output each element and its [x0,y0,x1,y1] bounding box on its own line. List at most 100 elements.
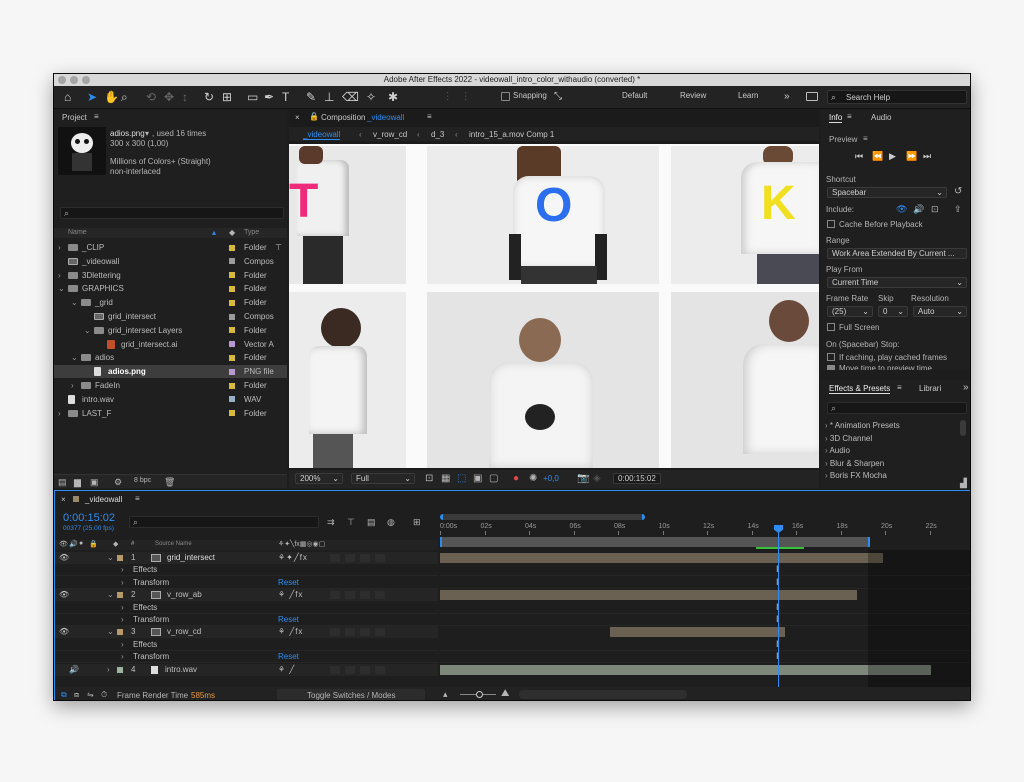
roto-tool-icon[interactable]: ✧ [366,90,376,104]
label-swatch[interactable] [229,285,235,292]
play-icon[interactable]: ▶ [889,151,896,162]
effects-category[interactable]: › Blur & Sharpen [825,458,955,470]
project-item[interactable]: › FadeIn Folder [54,379,287,392]
transfer-controls-icon[interactable]: ⧈ [74,690,79,700]
panel-menu-icon[interactable]: ≡ [135,494,140,503]
switch-box[interactable] [330,628,340,637]
switch-box[interactable] [375,628,385,637]
project-item[interactable]: intro.wav WAV [54,393,287,406]
disclosure-icon[interactable]: ⌄ [84,324,91,337]
switch-box[interactable] [330,665,340,674]
reset-link[interactable]: Reset [278,614,299,626]
layer-row[interactable]: 👁 ⌄ 1 grid_intersect ⚘✦╱fx [55,552,438,564]
exposure-icon[interactable]: ✺ [529,473,537,484]
label-swatch[interactable] [117,592,123,599]
switch-box[interactable] [360,554,370,562]
effects-tab[interactable]: Effects & Presets [829,384,891,394]
close-tab-icon[interactable]: × [61,495,66,504]
cache-checkbox[interactable] [827,220,835,228]
layer-row[interactable]: 👁 ⌄ 2 v_row_ab ⚘ ╱fx [55,589,438,602]
effects-scrollbar[interactable] [960,420,966,436]
disclosure-icon[interactable]: ⌄ [71,296,78,309]
settings-icon[interactable]: ⚙ [114,477,122,488]
interpret-footage-icon[interactable]: ▤ [58,477,67,488]
zoom-out-icon[interactable]: ▴ [443,689,448,700]
panel-menu-icon[interactable]: ≡ [94,112,99,121]
frame-blending-icon[interactable]: ◍ [387,517,395,528]
layer-switches[interactable]: ⚘ ╱fx [278,626,303,638]
audio-icon[interactable]: 🔊 [69,664,79,676]
project-item[interactable]: ⌄ grid_intersect Layers Folder [54,324,287,337]
time-ruler[interactable]: 0:00s 02s 04s 06s 08s 10s 12s 14s 16s 18s 20s 22s [440,521,970,535]
anchor-tool-icon[interactable]: ⊞ [222,90,232,104]
effects-category[interactable]: › 3D Channel [825,433,955,445]
project-item[interactable]: › LAST_F Folder [54,407,287,420]
disclosure-icon[interactable]: › [121,564,124,576]
puppet-tool-icon[interactable]: ✱ [388,90,398,104]
project-item[interactable]: ⌄ adios Folder [54,351,287,364]
disclosure-icon[interactable]: › [58,241,61,254]
switch-box[interactable] [345,628,355,637]
exposure-value[interactable]: +0,0 [543,474,559,483]
switch-box[interactable] [375,554,385,562]
project-item[interactable]: › _CLIP Folder ⊤ [54,241,287,254]
disclosure-icon[interactable]: › [121,651,124,663]
asset-dropdown-icon[interactable]: ▾ [145,129,149,138]
layer-duration-bar[interactable] [440,664,931,675]
reset-link[interactable]: Reset [278,577,299,589]
workspace-default[interactable]: Default [622,91,647,100]
more-workspaces-icon[interactable]: » [784,90,790,104]
disclosure-icon[interactable]: › [121,577,124,589]
panel-menu-icon[interactable]: ≡ [427,112,432,121]
include-overlays-icon[interactable]: ⊡ [931,204,939,215]
effects-property-row[interactable]: › Effects [55,602,438,614]
comp-tab-name[interactable]: _videowall [367,113,404,122]
frame-rate-dropdown[interactable]: (25) ⌄ [827,306,873,317]
new-comp-icon[interactable]: ▣ [90,477,99,488]
transform-property-row[interactable]: › Transform Reset [55,577,438,589]
effects-category[interactable]: › Audio [825,445,955,457]
snapshot-icon[interactable]: 📷 [577,473,589,484]
visibility-icon[interactable]: 👁 [59,626,69,638]
disclosure-icon[interactable]: ⌄ [71,351,78,364]
switch-box[interactable] [330,591,340,600]
project-item[interactable]: _videowall Compos [54,255,287,268]
label-swatch[interactable] [117,555,123,561]
if-caching-checkbox[interactable] [827,353,835,361]
switch-box[interactable] [375,591,385,600]
label-swatch[interactable] [117,629,123,636]
minimize-window-button[interactable] [70,76,78,84]
in-out-icon[interactable]: ⇋ [87,690,94,699]
label-swatch[interactable] [229,244,235,251]
flowchart-icon[interactable]: ⊤ [275,241,282,254]
timeline-timecode[interactable]: 0:00:15:02 [63,512,115,524]
work-area-bar[interactable] [440,537,870,547]
effects-category[interactable]: › * Animation Presets [825,420,955,432]
timeline-scrollbar[interactable] [519,690,687,699]
layer-switches[interactable]: ⚘✦╱fx [278,552,308,564]
panel-menu-icon[interactable]: ≡ [897,383,902,392]
switch-box[interactable] [345,554,355,562]
play-from-dropdown[interactable]: Current Time ⌄ [827,277,967,288]
3d-view-icon[interactable]: ▢ [489,473,498,484]
breadcrumb-item[interactable]: intro_15_a.mov Comp 1 [469,130,554,139]
region-of-interest-icon[interactable]: ⊡ [425,473,433,484]
transform-property-row[interactable]: › Transform Reset [55,614,438,626]
label-swatch[interactable] [229,272,235,279]
info-tab[interactable]: Info [829,113,843,123]
layer-duration-bar[interactable] [440,553,883,563]
disclosure-icon[interactable]: › [121,639,124,651]
switch-box[interactable] [360,628,370,637]
prev-frame-icon[interactable]: ⏪ [872,151,883,162]
work-area-navigator[interactable] [440,514,645,520]
label-swatch[interactable] [117,666,123,673]
label-swatch[interactable] [229,396,235,403]
pan-tool-icon[interactable]: ✥ [164,90,174,104]
project-item[interactable]: › 3Dlettering Folder [54,269,287,282]
switch-box[interactable] [360,591,370,600]
bpc-label[interactable]: 8 bpc [134,477,151,484]
reset-icon[interactable]: ↺ [954,186,962,197]
zoom-dropdown[interactable]: 200% ⌄ [295,473,343,484]
rotate-tool-icon[interactable]: ↻ [204,90,214,104]
brush-tool-icon[interactable]: ✎ [306,90,316,104]
